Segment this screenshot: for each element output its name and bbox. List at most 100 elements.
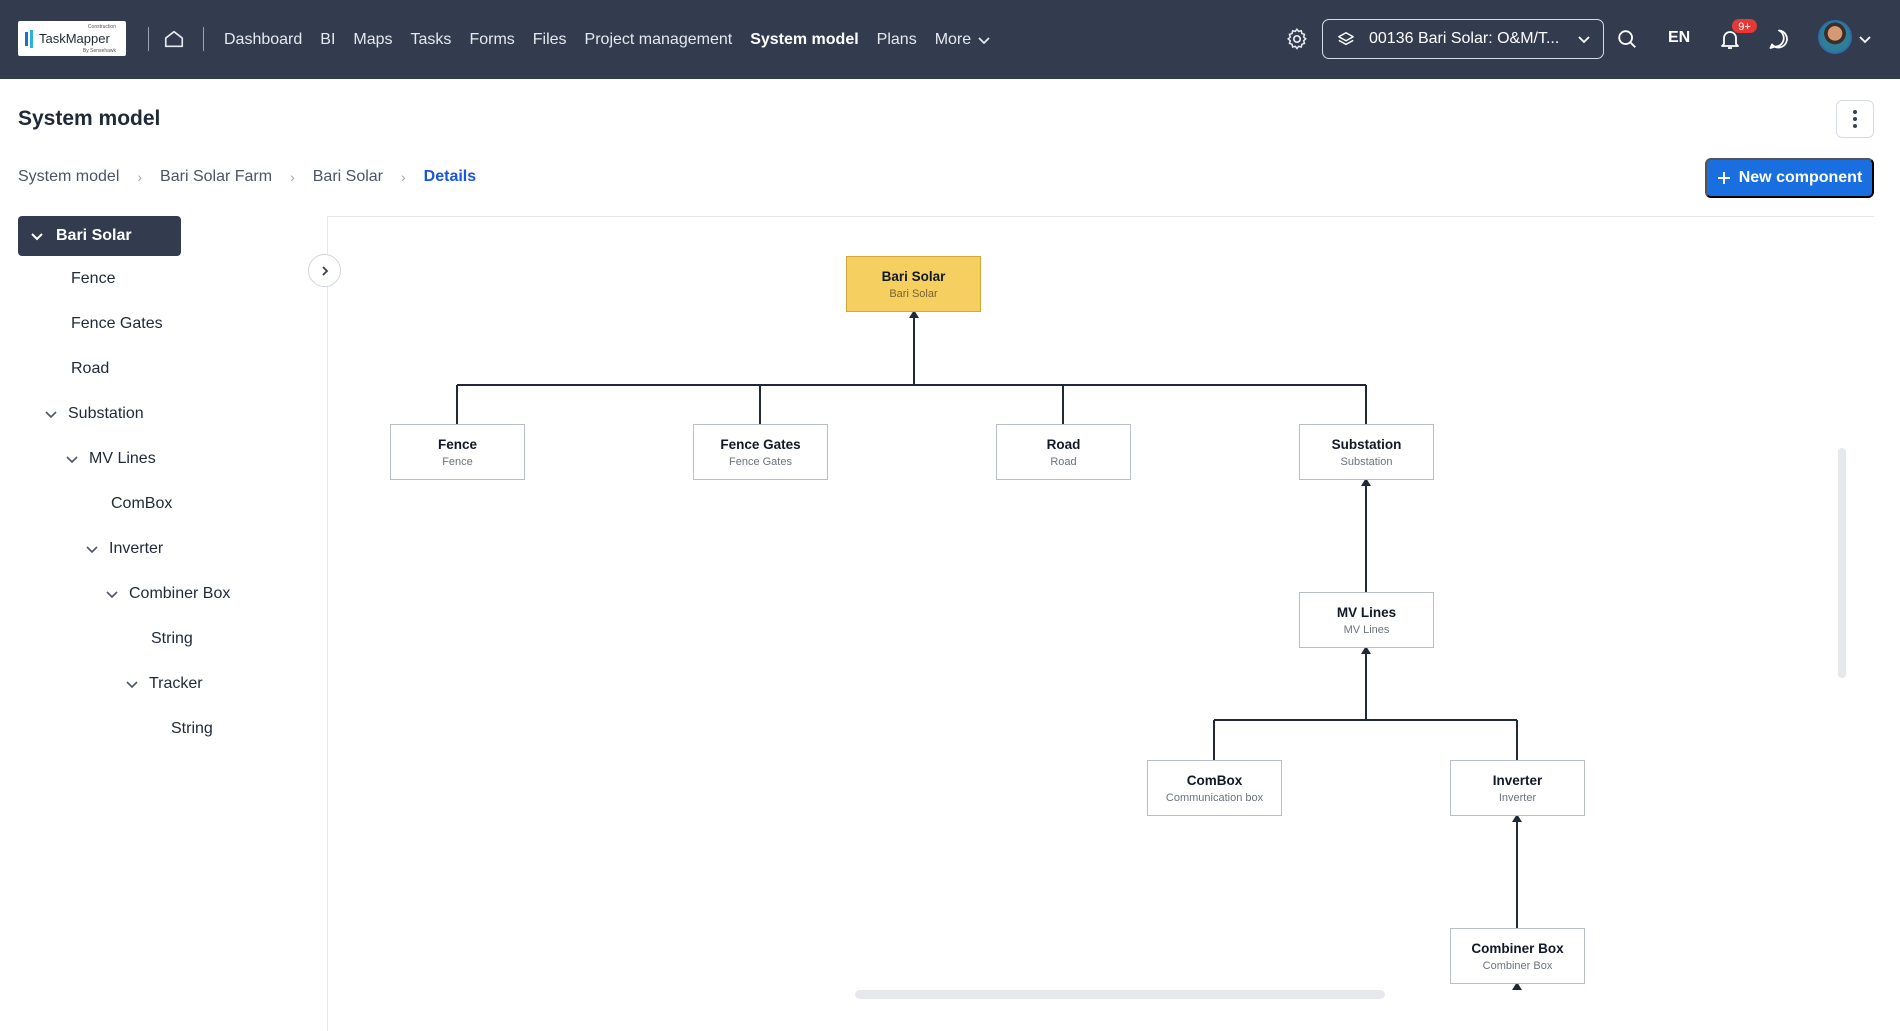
collapse-sidebar-button[interactable]: [308, 254, 341, 287]
tree-item-mv-lines[interactable]: MV Lines: [65, 450, 156, 468]
node-subtitle: Combiner Box: [1482, 959, 1553, 972]
tree-item-tracker[interactable]: Tracker: [125, 675, 203, 693]
node-title: Substation: [1331, 436, 1402, 452]
tree-item-substation[interactable]: Substation: [44, 405, 144, 423]
node-title: Fence Gates: [720, 436, 801, 452]
chevron-down-icon[interactable]: [125, 677, 139, 691]
vertical-scrollbar[interactable]: [1838, 448, 1846, 678]
chevron-down-icon[interactable]: [85, 542, 99, 556]
tree-item-combox[interactable]: ComBox: [111, 495, 172, 513]
node-subtitle: Fence Gates: [729, 455, 792, 468]
tree-item-label: Fence: [71, 270, 116, 287]
nav-more[interactable]: More: [935, 31, 991, 49]
chevron-right-icon: [321, 265, 328, 276]
logo-super-text: Construction: [87, 24, 116, 30]
nav-system-model[interactable]: System model: [750, 31, 858, 49]
nav-files[interactable]: Files: [533, 31, 567, 49]
tree-item-string[interactable]: String: [171, 720, 213, 738]
tree-item-inverter[interactable]: Inverter: [85, 540, 163, 558]
breadcrumb-system-model[interactable]: System model: [18, 168, 119, 186]
tree-item-label: Fence Gates: [71, 315, 163, 332]
tree-item-label: String: [171, 720, 213, 737]
nav-dashboard[interactable]: Dashboard: [224, 31, 302, 49]
nav-forms[interactable]: Forms: [469, 31, 514, 49]
chevron-right-icon: ›: [401, 169, 406, 185]
node-subtitle: Inverter: [1498, 791, 1537, 804]
diagram-node-fence[interactable]: Fence Fence: [390, 424, 525, 480]
new-component-button[interactable]: New component: [1705, 158, 1874, 198]
node-title: Road: [1046, 436, 1081, 452]
main-nav: Dashboard BI Maps Tasks Forms Files Proj…: [224, 0, 1009, 79]
tree-item-string[interactable]: String: [151, 630, 193, 648]
diagram-node-inverter[interactable]: Inverter Inverter: [1450, 760, 1585, 816]
tree-root-label: Bari Solar: [56, 227, 132, 244]
nav-more-label: More: [934, 30, 972, 48]
node-title: Fence: [437, 436, 478, 452]
node-subtitle: Fence: [442, 455, 473, 468]
chevron-down-icon: [31, 233, 43, 241]
node-subtitle: Substation: [1340, 455, 1393, 468]
gear-icon[interactable]: [1285, 27, 1309, 51]
node-subtitle: Road: [1050, 455, 1077, 468]
tree-item-label: MV Lines: [89, 450, 156, 467]
logo-text: TaskMapper: [39, 31, 110, 46]
tree-item-label: Inverter: [109, 540, 164, 557]
nav-tasks[interactable]: Tasks: [411, 31, 452, 49]
nav-bi[interactable]: BI: [320, 31, 335, 49]
horizontal-scrollbar[interactable]: [855, 990, 1385, 999]
chevron-down-icon[interactable]: [44, 407, 58, 421]
tree-item-bari-solar[interactable]: Bari Solar: [18, 216, 181, 256]
notification-badge: 9+: [1731, 18, 1758, 34]
chevron-down-icon[interactable]: [1858, 32, 1872, 46]
diagram-node-road[interactable]: Road Road: [996, 424, 1131, 480]
tree-item-fence-gates[interactable]: Fence Gates: [71, 315, 163, 333]
diagram-node-bari-solar[interactable]: Bari Solar Bari Solar: [846, 256, 981, 312]
tree-item-road[interactable]: Road: [71, 360, 109, 378]
chevron-right-icon: ›: [290, 169, 295, 185]
chevron-down-icon[interactable]: [65, 452, 79, 466]
kebab-icon: [1853, 110, 1857, 128]
language-selector[interactable]: EN: [1668, 29, 1690, 47]
layers-icon: [1338, 31, 1354, 46]
node-title: Inverter: [1492, 772, 1543, 788]
chat-icon[interactable]: [1767, 27, 1791, 51]
nav-project-management[interactable]: Project management: [585, 31, 733, 49]
divider: [203, 27, 204, 51]
nav-plans[interactable]: Plans: [877, 31, 917, 49]
page-title: System model: [18, 107, 161, 130]
nav-maps[interactable]: Maps: [353, 31, 392, 49]
diagram-node-combox[interactable]: ComBox Communication box: [1147, 760, 1282, 816]
new-component-label: New component: [1738, 169, 1863, 186]
chevron-down-icon: [978, 36, 990, 44]
logo-mark-bar: [30, 29, 33, 48]
user-avatar[interactable]: [1818, 20, 1852, 54]
breadcrumb-bari-solar[interactable]: Bari Solar: [313, 168, 383, 186]
logo-sub-text: By Sensehawk: [82, 48, 116, 54]
node-subtitle: Communication box: [1165, 791, 1264, 804]
home-icon[interactable]: [163, 28, 185, 50]
tree-item-fence[interactable]: Fence: [71, 270, 115, 288]
diagram-node-substation[interactable]: Substation Substation: [1299, 424, 1434, 480]
search-icon[interactable]: [1616, 28, 1638, 50]
tree-item-label: Road: [71, 360, 110, 377]
tree-item-combiner-box[interactable]: Combiner Box: [105, 585, 230, 603]
node-title: Combiner Box: [1471, 940, 1564, 956]
node-title: Bari Solar: [881, 268, 946, 284]
sidebar-divider: [327, 216, 328, 1031]
node-subtitle: MV Lines: [1343, 623, 1390, 636]
tree-item-label: Tracker: [149, 675, 203, 692]
chevron-down-icon[interactable]: [105, 587, 119, 601]
diagram-node-mv-lines[interactable]: MV Lines MV Lines: [1299, 592, 1434, 648]
breadcrumb-details: Details: [423, 168, 477, 185]
diagram-node-fence-gates[interactable]: Fence Gates Fence Gates: [693, 424, 828, 480]
node-title: ComBox: [1186, 772, 1243, 788]
tree-item-label: Combiner Box: [129, 585, 231, 602]
breadcrumb-bari-solar-farm[interactable]: Bari Solar Farm: [160, 168, 272, 186]
project-selector[interactable]: 00136 Bari Solar: O&M/T...: [1322, 19, 1604, 59]
breadcrumb: System model › Bari Solar Farm › Bari So…: [18, 168, 476, 186]
hierarchy-connectors: [456, 310, 1522, 990]
taskmapper-logo[interactable]: TaskMapper Construction By Sensehawk: [18, 21, 126, 56]
node-subtitle: Bari Solar: [889, 287, 938, 300]
more-options-button[interactable]: [1836, 100, 1874, 138]
diagram-node-combiner-box[interactable]: Combiner Box Combiner Box: [1450, 928, 1585, 984]
